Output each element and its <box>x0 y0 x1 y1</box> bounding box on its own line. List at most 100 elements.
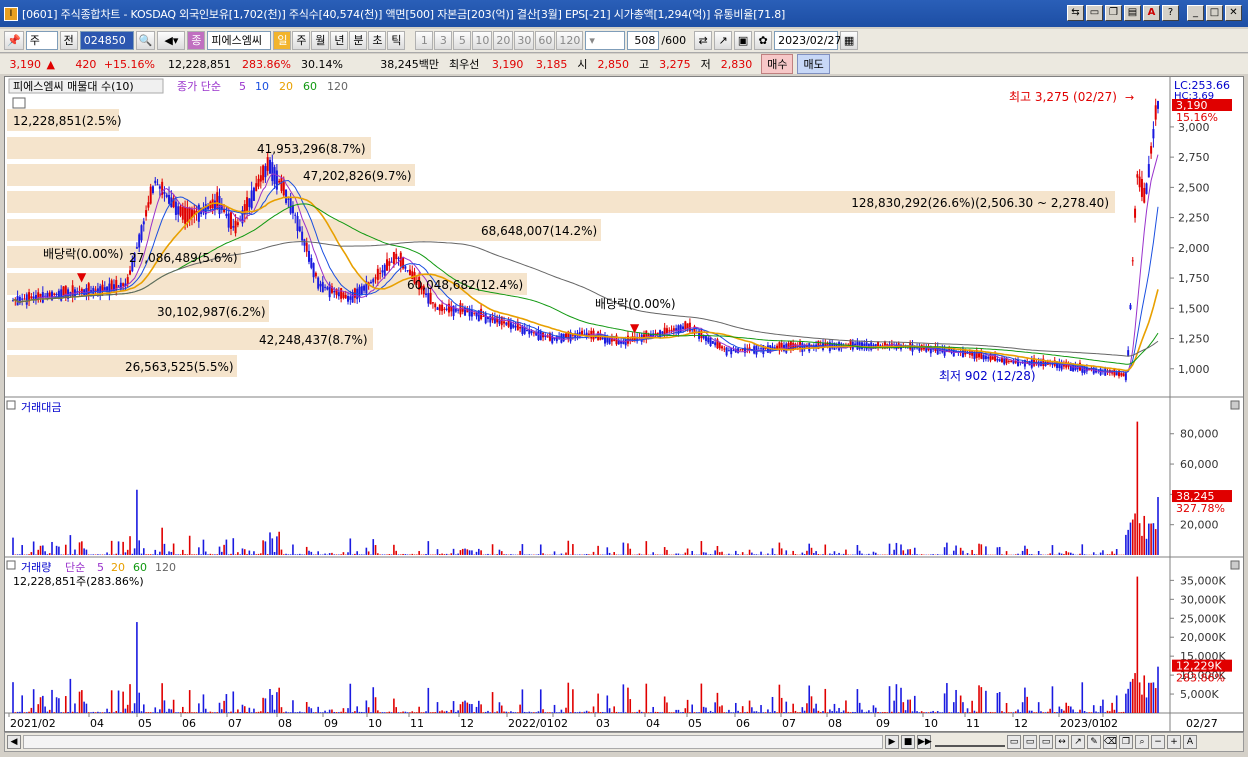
interval-button-2[interactable]: 5 <box>453 31 472 50</box>
count-input[interactable]: 508 <box>627 31 660 50</box>
period-button-4[interactable]: 분 <box>349 31 368 50</box>
interval-button-5[interactable]: 30 <box>514 31 535 50</box>
arrow-tool-icon[interactable]: ↔ <box>1055 735 1069 749</box>
zoom-out-icon[interactable]: − <box>1151 735 1165 749</box>
layout-2-icon[interactable]: ▭ <box>1023 735 1037 749</box>
interval-button-0[interactable]: 1 <box>415 31 434 50</box>
volume-bar-53 <box>133 703 136 713</box>
quote-open-label: 시 <box>577 58 588 71</box>
amount-bar-304 <box>709 554 712 555</box>
candle-body-432 <box>1003 358 1006 365</box>
type-select[interactable]: 주 <box>25 31 58 50</box>
close-icon[interactable]: ✕ <box>1225 5 1242 21</box>
date-input[interactable]: 2023/02/27 <box>774 31 842 50</box>
interval-input[interactable]: ▾ <box>585 31 626 50</box>
interval-button-1[interactable]: 3 <box>434 31 453 50</box>
amount-bar-347 <box>808 543 811 555</box>
volume-bar-265 <box>620 712 622 713</box>
volume-bar-221 <box>519 704 521 713</box>
chart-canvas[interactable]: 3,0002,7502,5002,2502,0001,7501,5001,250… <box>5 77 1243 731</box>
zoom-icon[interactable]: ⌕ <box>1135 735 1149 749</box>
chart-area[interactable]: 3,000 2,750 2,500 2,250 2,000 1,750 1,500 1,250… <box>4 76 1244 732</box>
amount-bar-212 <box>498 549 501 555</box>
fast-forward-icon[interactable]: ▶▶ <box>917 735 932 749</box>
sell-button[interactable]: 매도 <box>797 54 830 74</box>
scroll-left-icon[interactable]: ◀ <box>7 735 21 749</box>
speaker-icon[interactable]: ◀▾ <box>157 31 186 50</box>
volume-profile-label-3: 128,830,292(26.6%)(2,506.30 ~ 2,278.40) <box>851 196 1109 210</box>
prefix-button[interactable]: 전 <box>59 31 78 50</box>
buy-button[interactable]: 매수 <box>761 54 794 74</box>
minimize-icon[interactable]: _ <box>1187 5 1204 21</box>
search-icon[interactable]: 🔍 <box>135 31 156 50</box>
save-icon[interactable]: ▣ <box>734 31 753 50</box>
period-button-2[interactable]: 월 <box>311 31 330 50</box>
period-button-0[interactable]: 일 <box>273 31 292 50</box>
print-icon[interactable]: ▤ <box>1124 5 1141 21</box>
volume-bar-139 <box>331 709 333 713</box>
volume-bar-172 <box>406 712 409 713</box>
candle-body-165 <box>390 261 393 263</box>
stop-icon[interactable]: ■ <box>901 735 915 749</box>
x-tick-label-17: 08 <box>828 717 842 730</box>
volume-bar-209 <box>491 692 494 713</box>
calendar-icon[interactable]: ▦ <box>840 31 859 50</box>
volume-bar-433 <box>1005 703 1008 713</box>
restore-inner-icon[interactable]: ❐ <box>1105 5 1122 21</box>
volume-profile-label-4: 68,648,007(14.2%) <box>481 224 597 238</box>
volume-bar-9 <box>32 689 35 713</box>
link-icon[interactable]: ⇆ <box>1067 5 1084 21</box>
amount-bar-91 <box>221 551 223 555</box>
eraser-icon[interactable]: ⌫ <box>1103 735 1117 749</box>
period-button-1[interactable]: 주 <box>292 31 311 50</box>
volume-bar-497 <box>1152 682 1155 713</box>
amount-bar-491 <box>1138 523 1141 555</box>
interval-button-4[interactable]: 20 <box>493 31 514 50</box>
amount-bar-323 <box>753 554 755 555</box>
period-button-3[interactable]: 년 <box>330 31 349 50</box>
layout-3-icon[interactable]: ▭ <box>1039 735 1053 749</box>
amount-bar-214 <box>503 554 505 555</box>
candle-body-157 <box>372 279 375 283</box>
volume-bar-483 <box>1120 712 1123 713</box>
volume-bar-111 <box>266 712 269 713</box>
volume-bar-106 <box>255 712 258 713</box>
scroll-track[interactable] <box>23 735 883 749</box>
stock-code-input[interactable]: 024850 <box>79 31 134 50</box>
volume-bar-385 <box>895 684 898 713</box>
layout-1-icon[interactable]: ▭ <box>1007 735 1021 749</box>
candle-body-166 <box>392 251 395 264</box>
trend-icon[interactable]: ↗ <box>714 31 733 50</box>
text-tool-icon[interactable]: A <box>1183 735 1197 749</box>
period-button-5[interactable]: 초 <box>368 31 387 50</box>
pencil-icon[interactable]: ✎ <box>1087 735 1101 749</box>
minimize-inner-icon[interactable]: ▭ <box>1086 5 1103 21</box>
settings-icon[interactable]: ✿ <box>754 31 773 50</box>
amount-bar-276 <box>645 541 648 555</box>
amount-bar-203 <box>478 548 480 555</box>
swap-icon[interactable]: ⇄ <box>694 31 713 50</box>
volume-bar-462 <box>1072 709 1074 713</box>
copy-icon[interactable]: ❐ <box>1119 735 1133 749</box>
help-icon[interactable]: ? <box>1162 5 1179 21</box>
line-tool-icon[interactable]: ↗ <box>1071 735 1085 749</box>
volume-bar-81 <box>198 703 200 713</box>
volume-bar-430 <box>998 692 1001 713</box>
zoom-in-icon[interactable]: + <box>1167 735 1181 749</box>
volume-bar-480 <box>1113 709 1116 713</box>
amount-bar-4 <box>21 545 23 555</box>
font-icon[interactable]: A <box>1143 5 1160 21</box>
candle-body-5 <box>23 298 26 300</box>
interval-button-3[interactable]: 10 <box>472 31 493 50</box>
play-icon[interactable]: ▶ <box>885 735 899 749</box>
interval-button-7[interactable]: 120 <box>556 31 584 50</box>
interval-button-6[interactable]: 60 <box>535 31 556 50</box>
period-button-6[interactable]: 틱 <box>387 31 406 50</box>
volume-bar-417 <box>969 712 971 713</box>
zoom-slider[interactable] <box>935 737 1005 747</box>
volume-bar-113 <box>271 694 274 713</box>
pin-icon[interactable]: 📌 <box>4 31 24 50</box>
amount-bar-150 <box>356 551 358 555</box>
amount-bar-161 <box>381 554 384 555</box>
maximize-icon[interactable]: □ <box>1206 5 1223 21</box>
